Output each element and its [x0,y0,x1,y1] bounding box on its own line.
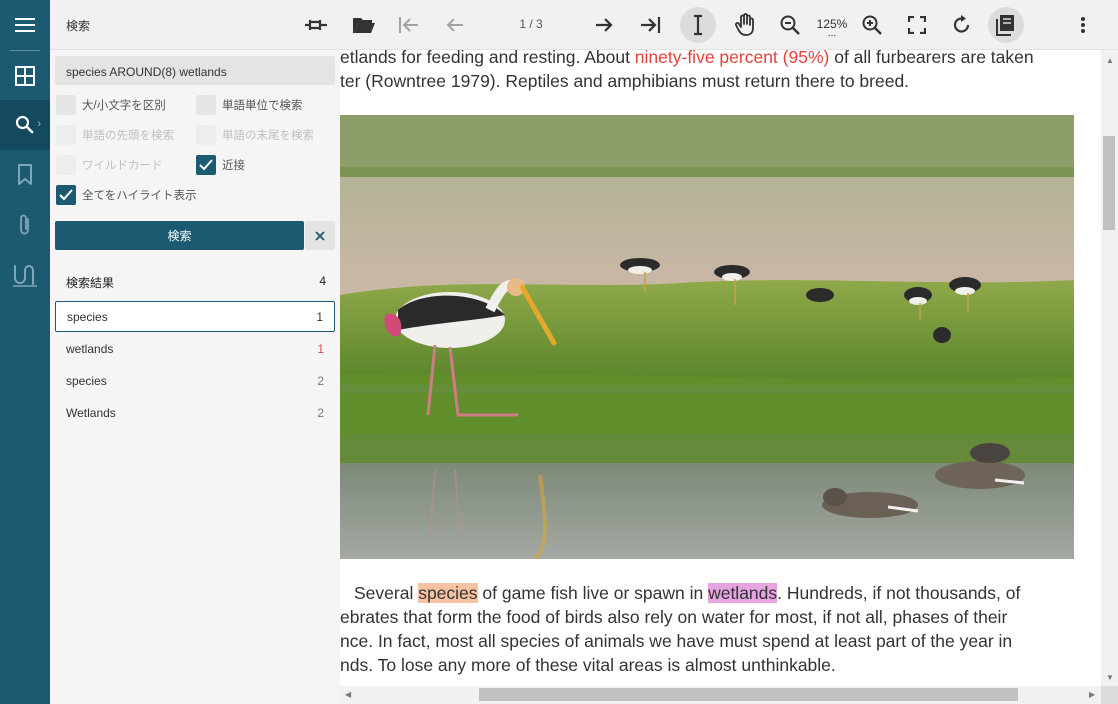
result-term: species [67,309,108,324]
top-toolbar: 検索 1 / 3 125% ... [50,0,1118,50]
close-icon [315,230,325,241]
scroll-down-arrow-icon[interactable]: ▼ [1106,673,1114,682]
search-panel: species AROUND(8) wetlands 大/小文字を区別 単語単位… [50,50,340,704]
search-input[interactable]: species AROUND(8) wetlands [55,56,335,85]
scroll-left-arrow-icon[interactable]: ◀ [345,690,351,699]
signature-icon[interactable] [0,250,50,300]
document-viewport[interactable]: etlands for feeding and resting. About n… [340,50,1101,686]
option-case-sensitive[interactable]: 大/小文字を区別 [56,95,166,115]
result-page: 1 [317,341,324,356]
attachment-icon[interactable] [0,200,50,250]
option-label: 単語単位で検索 [222,100,303,112]
next-page-icon[interactable] [586,7,622,43]
option-proximity[interactable]: 近接 [196,155,245,175]
bookmark-icon[interactable] [0,150,50,200]
zoom-in-icon[interactable] [854,7,890,43]
fit-page-icon[interactable] [899,7,935,43]
chevron-right-icon: › [37,118,41,130]
text-line: nce. In fact, most all species of animal… [340,631,1013,651]
previous-page-icon[interactable] [437,7,473,43]
page-indicator[interactable]: 1 / 3 [506,17,556,31]
last-page-icon[interactable] [632,7,668,43]
result-item[interactable]: Wetlands 2 [55,397,335,428]
option-label: 単語の先頭を検索 [82,130,174,142]
proximity-checkbox[interactable] [196,155,216,175]
scrollbar-corner [1101,686,1118,704]
text-span: . Hundreds, if not thousands, of [777,583,1021,603]
result-page: 2 [317,405,324,420]
text-line: ebrates that form the food of birds also… [340,607,1008,627]
first-page-icon[interactable] [391,7,427,43]
option-label: 全てをハイライト表示 [82,190,197,202]
menu-icon[interactable] [0,0,50,50]
result-item[interactable]: species 2 [55,365,335,396]
option-label: ワイルドカード [82,160,163,172]
result-term: species [66,373,107,388]
text-line: Several species of game fish live or spa… [340,583,1020,604]
results-count: 4 [319,274,326,288]
left-rail: › [0,0,50,704]
text-span: etlands for feeding and resting. About [340,50,635,67]
results-title: 検索結果 [66,276,115,290]
results-header: 検索結果 4 [66,274,326,291]
checkmark-icon [59,189,73,201]
rotate-icon[interactable] [944,7,980,43]
text-span: of all furbearers are taken [829,50,1034,67]
result-term: wetlands [66,341,114,356]
checkmark-icon [199,159,213,171]
text-line: nds. To lose any more of these vital are… [340,655,836,675]
horizontal-scrollbar-thumb[interactable] [479,688,1018,701]
option-label: 大/小文字を区別 [82,100,166,112]
zoom-out-icon[interactable] [772,7,808,43]
more-vertical-icon[interactable] [1065,7,1101,43]
search-highlight-wetlands[interactable]: wetlands [708,583,778,603]
search-highlight-species[interactable]: species [418,583,478,603]
wildcard-checkbox[interactable] [56,155,76,175]
search-button[interactable]: 検索 [55,221,304,250]
option-label: 近接 [222,160,245,172]
scroll-right-arrow-icon[interactable]: ▶ [1089,690,1095,699]
whole-word-checkbox[interactable] [196,95,216,115]
case-sensitive-checkbox[interactable] [56,95,76,115]
word-start-checkbox[interactable] [56,125,76,145]
result-item[interactable]: species 1 [55,301,335,332]
option-word-start[interactable]: 単語の先頭を検索 [56,125,174,145]
thumbnails-icon[interactable] [0,51,50,101]
zoom-menu-dots[interactable]: ... [822,29,842,39]
pin-icon[interactable] [298,7,334,43]
text-span: Several [354,583,419,603]
word-end-checkbox[interactable] [196,125,216,145]
result-page: 2 [317,373,324,388]
option-highlight-all[interactable]: 全てをハイライト表示 [56,185,197,205]
text-select-icon[interactable] [680,7,716,43]
result-term: Wetlands [66,405,116,420]
option-label: 単語の末尾を検索 [222,130,314,142]
vertical-scrollbar-thumb[interactable] [1103,136,1115,230]
option-whole-word[interactable]: 単語単位で検索 [196,95,303,115]
text-line: ter (Rowntree 1979). Reptiles and amphib… [340,71,910,91]
wetland-birds-photo [340,115,1074,559]
option-word-end[interactable]: 単語の末尾を検索 [196,125,314,145]
reading-mode-icon[interactable] [988,7,1024,43]
panel-title: 検索 [66,19,91,33]
highlight-all-checkbox[interactable] [56,185,76,205]
text-line: etlands for feeding and resting. About n… [340,50,1034,68]
open-folder-icon[interactable] [346,7,382,43]
result-item[interactable]: wetlands 1 [55,333,335,364]
text-span: of game fish live or spawn in [477,583,709,603]
scroll-up-arrow-icon[interactable]: ▲ [1106,56,1114,65]
result-page: 1 [316,309,323,324]
clear-search-button[interactable] [305,221,335,250]
search-icon[interactable]: › [0,100,50,150]
pan-hand-icon[interactable] [728,7,764,43]
option-wildcard[interactable]: ワイルドカード [56,155,163,175]
red-text-span: ninety-five percent (95%) [634,50,830,67]
